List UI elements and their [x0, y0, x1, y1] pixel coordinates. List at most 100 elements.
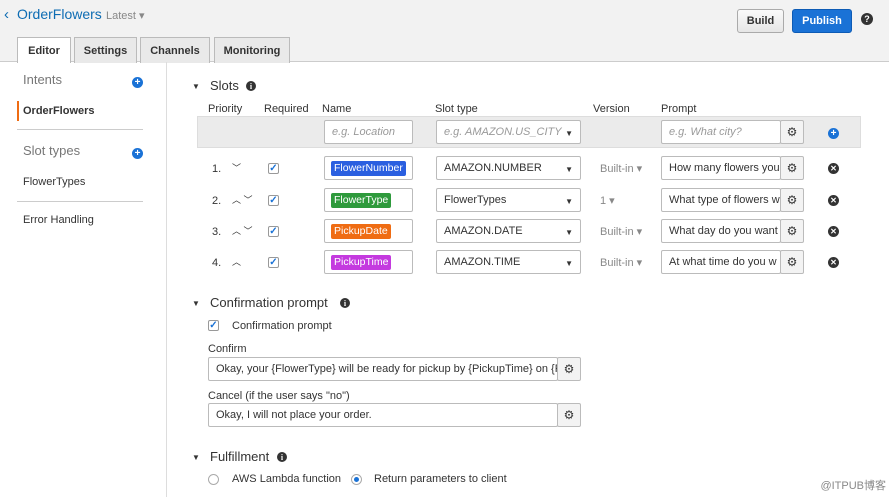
confirm-input[interactable]: Okay, your {FlowerType} will be ready fo… — [208, 357, 558, 381]
slot-prompt-input[interactable]: What day do you want — [661, 219, 781, 243]
slot-priority: 3. — [212, 226, 222, 238]
intents-heading: Intents — [23, 72, 63, 87]
slot-type-select[interactable]: FlowerTypes ▼ — [436, 188, 581, 212]
slot-type-value: AMAZON.NUMBER — [444, 162, 542, 174]
col-slot-type: Slot type — [435, 103, 478, 115]
version-dropdown[interactable]: Latest ▾ — [106, 9, 145, 22]
sidebar-item-flowertypes[interactable]: FlowerTypes — [23, 176, 85, 188]
slot-type-value: AMAZON.DATE — [444, 225, 523, 237]
chevron-down-icon: ▼ — [565, 259, 573, 268]
reorder-arrows-icon[interactable]: ︿ ﹀ — [232, 193, 253, 206]
add-intent-icon[interactable]: + — [132, 77, 143, 88]
slot-types-heading: Slot types — [23, 143, 81, 158]
delete-slot-icon[interactable]: ✕ — [828, 163, 839, 174]
slot-name-chip: FlowerNumber — [331, 160, 406, 176]
slot-version-dropdown[interactable]: Built-in ▾ — [600, 225, 642, 238]
slot-version-dropdown[interactable]: Built-in ▾ — [600, 162, 642, 175]
slot-name-chip: PickupDate — [331, 223, 391, 239]
slot-type-select[interactable]: AMAZON.NUMBER ▼ — [436, 156, 581, 180]
chevron-down-icon: ▼ — [565, 197, 573, 206]
required-checkbox[interactable]: ✓ — [268, 226, 279, 237]
collapse-caret-icon[interactable]: ▼ — [192, 453, 200, 462]
tab-editor[interactable]: Editor — [17, 37, 71, 63]
gear-icon[interactable]: ⚙ — [780, 219, 804, 243]
slot-type-value: FlowerTypes — [444, 194, 507, 206]
confirmation-checkbox[interactable]: ✓ — [208, 320, 219, 331]
gear-icon[interactable]: ⚙ — [780, 188, 804, 212]
slot-name-field[interactable]: PickupDate — [324, 219, 413, 243]
col-version: Version — [593, 103, 630, 115]
required-checkbox[interactable]: ✓ — [268, 195, 279, 206]
collapse-caret-icon[interactable]: ▼ — [192, 299, 200, 308]
radio-lambda-label: AWS Lambda function — [232, 473, 342, 485]
reorder-arrows-icon[interactable]: ﹀ — [232, 161, 241, 174]
info-icon[interactable]: i — [340, 298, 350, 308]
slot-name-chip: PickupTime — [331, 254, 392, 270]
collapse-caret-icon[interactable]: ▼ — [192, 82, 200, 91]
slot-prompt-input[interactable]: How many flowers you — [661, 156, 781, 180]
bot-name[interactable]: OrderFlowers — [17, 6, 102, 22]
sidebar-divider — [166, 62, 167, 497]
gear-icon[interactable]: ⚙ — [780, 156, 804, 180]
build-button[interactable]: Build — [737, 9, 784, 33]
divider — [17, 129, 143, 130]
watermark: @ITPUB博客 — [820, 480, 886, 492]
fulfillment-title: Fulfillment — [210, 449, 270, 464]
slot-name-field[interactable]: PickupTime — [324, 250, 413, 274]
reorder-arrows-icon[interactable]: ︿ ﹀ — [232, 224, 253, 237]
info-icon[interactable]: i — [246, 81, 256, 91]
slot-prompt-input[interactable]: What type of flowers w — [661, 188, 781, 212]
slot-priority: 1. — [212, 163, 222, 175]
chevron-down-icon: ▼ — [565, 228, 573, 237]
slot-name-input[interactable]: e.g. Location — [324, 120, 413, 144]
reorder-arrows-icon[interactable]: ︿ — [232, 255, 241, 268]
slot-type-select[interactable]: e.g. AMAZON.US_CITY ▼ — [436, 120, 581, 144]
slot-priority: 2. — [212, 195, 222, 207]
slot-name-chip: FlowerType — [331, 192, 392, 208]
tab-monitoring[interactable]: Monitoring — [214, 37, 290, 63]
col-required: Required — [264, 103, 309, 115]
required-checkbox[interactable]: ✓ — [268, 257, 279, 268]
gear-icon[interactable]: ⚙ — [780, 120, 804, 144]
chevron-down-icon: ▼ — [565, 165, 573, 174]
chevron-left-icon[interactable]: ‹ — [4, 6, 9, 23]
gear-icon[interactable]: ⚙ — [557, 403, 581, 427]
tab-channels[interactable]: Channels — [140, 37, 210, 63]
slot-priority: 4. — [212, 257, 222, 269]
slot-name-field[interactable]: FlowerType — [324, 188, 413, 212]
sidebar-item-error-handling[interactable]: Error Handling — [23, 214, 94, 226]
slot-version-dropdown[interactable]: Built-in ▾ — [600, 256, 642, 269]
slot-prompt-input[interactable]: At what time do you w — [661, 250, 781, 274]
delete-slot-icon[interactable]: ✕ — [828, 195, 839, 206]
slots-title: Slots — [210, 78, 239, 93]
delete-slot-icon[interactable]: ✕ — [828, 257, 839, 268]
confirm-label: Confirm — [208, 343, 247, 355]
help-icon[interactable]: ? — [861, 13, 873, 25]
slot-type-select[interactable]: AMAZON.DATE ▼ — [436, 219, 581, 243]
gear-icon[interactable]: ⚙ — [780, 250, 804, 274]
add-slot-type-icon[interactable]: + — [132, 148, 143, 159]
chevron-down-icon: ▼ — [565, 129, 573, 138]
col-prompt: Prompt — [661, 103, 697, 115]
slot-version-dropdown[interactable]: 1 ▾ — [600, 194, 615, 207]
add-slot-icon[interactable]: + — [828, 128, 839, 139]
radio-lambda[interactable] — [208, 474, 219, 485]
slot-type-select[interactable]: AMAZON.TIME ▼ — [436, 250, 581, 274]
slot-type-value: AMAZON.TIME — [444, 256, 521, 268]
info-icon[interactable]: i — [277, 452, 287, 462]
sidebar-item-orderflowers[interactable]: OrderFlowers — [23, 105, 95, 117]
slot-name-field[interactable]: FlowerNumber — [324, 156, 413, 180]
cancel-input[interactable]: Okay, I will not place your order. — [208, 403, 558, 427]
publish-button[interactable]: Publish — [792, 9, 852, 33]
confirmation-title: Confirmation prompt — [210, 295, 328, 310]
divider — [17, 201, 143, 202]
active-indicator — [17, 101, 19, 121]
radio-return-params-label: Return parameters to client — [374, 473, 507, 485]
gear-icon[interactable]: ⚙ — [557, 357, 581, 381]
required-checkbox[interactable]: ✓ — [268, 163, 279, 174]
prompt-input[interactable]: e.g. What city? — [661, 120, 781, 144]
tab-settings[interactable]: Settings — [74, 37, 137, 63]
delete-slot-icon[interactable]: ✕ — [828, 226, 839, 237]
confirmation-checkbox-label: Confirmation prompt — [232, 320, 332, 332]
radio-return-params[interactable] — [351, 474, 362, 485]
